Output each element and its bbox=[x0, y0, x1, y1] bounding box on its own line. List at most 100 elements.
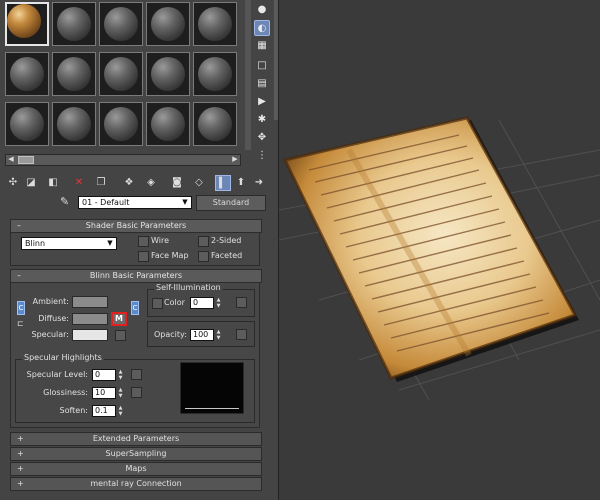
material-name-input[interactable]: 01 - Default ▼ bbox=[78, 196, 192, 209]
map-lock-icon[interactable]: C bbox=[131, 301, 139, 315]
put-to-scene-icon[interactable]: ◪ bbox=[23, 175, 39, 191]
select-by-material-icon[interactable]: ✥ bbox=[254, 130, 270, 146]
sample-slot[interactable] bbox=[193, 2, 237, 46]
scroll-thumb[interactable] bbox=[18, 156, 34, 164]
spinner-arrows-icon[interactable]: ▲ ▼ bbox=[117, 387, 124, 399]
perspective-viewport[interactable] bbox=[279, 0, 600, 500]
material-sphere bbox=[151, 7, 185, 41]
rollout-title: SuperSampling bbox=[105, 449, 167, 458]
go-to-parent-icon[interactable]: ⬆ bbox=[233, 175, 249, 191]
sample-type-icon[interactable]: ● bbox=[254, 2, 270, 18]
sample-slot[interactable] bbox=[52, 2, 96, 46]
opacity-group: Opacity: 100 ▲ ▼ bbox=[147, 321, 255, 347]
copy-material-icon[interactable]: ❐ bbox=[93, 175, 109, 191]
ambient-label: Ambient: bbox=[32, 297, 69, 306]
spinner-arrows-icon[interactable]: ▲ ▼ bbox=[117, 405, 124, 417]
two-sided-checkbox[interactable] bbox=[198, 236, 209, 247]
specular-color-swatch[interactable] bbox=[72, 329, 108, 341]
rollout-title: Blinn Basic Parameters bbox=[89, 271, 183, 280]
sample-slot[interactable] bbox=[146, 2, 190, 46]
backlight-icon[interactable]: ◐ bbox=[254, 20, 270, 36]
expand-icon[interactable]: + bbox=[17, 463, 24, 475]
blinn-rollout-header[interactable]: – Blinn Basic Parameters bbox=[10, 269, 262, 283]
specular-level-map-button[interactable] bbox=[131, 369, 142, 380]
self-illum-value-input[interactable]: 0 bbox=[190, 297, 214, 309]
sample-slot[interactable] bbox=[52, 102, 96, 146]
supersampling-rollout[interactable]: + SuperSampling bbox=[10, 447, 262, 461]
maps-rollout[interactable]: + Maps bbox=[10, 462, 262, 476]
glossiness-map-button[interactable] bbox=[131, 387, 142, 398]
spinner-arrows-icon[interactable]: ▲ ▼ bbox=[215, 297, 222, 309]
collapse-icon[interactable]: – bbox=[17, 270, 21, 282]
sample-slot[interactable] bbox=[5, 102, 49, 146]
get-material-icon[interactable]: ✣ bbox=[5, 175, 21, 191]
sample-slot[interactable] bbox=[146, 52, 190, 96]
sample-slot[interactable] bbox=[99, 52, 143, 96]
sample-slot[interactable] bbox=[193, 102, 237, 146]
specular-level-input[interactable]: 0 bbox=[92, 369, 116, 381]
glossiness-input[interactable]: 10 bbox=[92, 387, 116, 399]
expand-icon[interactable]: + bbox=[17, 433, 24, 445]
two-sided-label: 2-Sided bbox=[211, 236, 242, 245]
material-id-channel-icon[interactable]: ◙ bbox=[169, 175, 185, 191]
material-sphere bbox=[198, 107, 232, 141]
collapse-icon[interactable]: – bbox=[17, 220, 21, 232]
shader-dropdown[interactable]: Blinn ▼ bbox=[21, 237, 117, 250]
put-to-library-icon[interactable]: ◈ bbox=[143, 175, 159, 191]
material-map-navigator-icon[interactable]: ⋮ bbox=[254, 148, 270, 164]
specular-map-button[interactable] bbox=[115, 330, 126, 341]
opacity-label: Opacity: bbox=[154, 330, 187, 339]
wire-checkbox[interactable] bbox=[138, 236, 149, 247]
options-icon[interactable]: ✱ bbox=[254, 112, 270, 128]
video-color-check-icon[interactable]: ▤ bbox=[254, 76, 270, 92]
sample-slot[interactable] bbox=[193, 52, 237, 96]
show-end-result-icon[interactable]: ▍ bbox=[215, 175, 231, 191]
expand-icon[interactable]: + bbox=[17, 478, 24, 490]
sample-uv-tiling-icon[interactable]: □ bbox=[254, 58, 270, 74]
spinner-arrows-icon[interactable]: ▲ ▼ bbox=[215, 329, 222, 341]
editor-scrollbar[interactable] bbox=[274, 0, 278, 120]
make-preview-icon[interactable]: ▶ bbox=[254, 94, 270, 110]
make-unique-icon[interactable]: ❖ bbox=[121, 175, 137, 191]
go-forward-icon[interactable]: ➜ bbox=[251, 175, 267, 191]
self-illum-map-button[interactable] bbox=[236, 297, 247, 308]
sample-slot[interactable] bbox=[5, 2, 49, 46]
sample-slot[interactable] bbox=[99, 2, 143, 46]
material-type-button[interactable]: Standard bbox=[196, 195, 266, 211]
reset-map-icon[interactable]: ✕ bbox=[71, 175, 87, 191]
lock-icon[interactable]: C bbox=[17, 301, 25, 315]
rollout-title: Extended Parameters bbox=[92, 434, 180, 443]
chevron-down-icon[interactable]: ▼ bbox=[180, 198, 190, 207]
soften-input[interactable]: 0.1 bbox=[92, 405, 116, 417]
scroll-right-icon[interactable]: ▶ bbox=[230, 155, 240, 163]
sample-slot[interactable] bbox=[99, 102, 143, 146]
material-sphere bbox=[104, 7, 138, 41]
extended-parameters-rollout[interactable]: + Extended Parameters bbox=[10, 432, 262, 446]
expand-icon[interactable]: + bbox=[17, 448, 24, 460]
sample-slot[interactable] bbox=[52, 52, 96, 96]
show-map-in-viewport-icon[interactable]: ◇ bbox=[191, 175, 207, 191]
chevron-down-icon[interactable]: ▼ bbox=[105, 239, 115, 248]
slots-vertical-scrollbar[interactable] bbox=[245, 0, 251, 150]
sample-slot[interactable] bbox=[146, 102, 190, 146]
sample-slot[interactable] bbox=[5, 52, 49, 96]
scroll-left-icon[interactable]: ◀ bbox=[6, 155, 16, 163]
assign-to-selection-icon[interactable]: ◧ bbox=[45, 175, 61, 191]
diffuse-color-swatch[interactable] bbox=[72, 313, 108, 325]
diffuse-map-button[interactable]: M bbox=[111, 312, 127, 326]
face-map-checkbox[interactable] bbox=[138, 251, 149, 262]
opacity-map-button[interactable] bbox=[236, 329, 247, 340]
faceted-checkbox[interactable] bbox=[198, 251, 209, 262]
shader-rollout-header[interactable]: – Shader Basic Parameters bbox=[10, 219, 262, 233]
self-illum-color-label: Color bbox=[164, 298, 185, 307]
opacity-input[interactable]: 100 bbox=[190, 329, 214, 341]
background-icon[interactable]: ▦ bbox=[254, 38, 270, 54]
mental-ray-connection-rollout[interactable]: + mental ray Connection bbox=[10, 477, 262, 491]
spinner-arrows-icon[interactable]: ▲ ▼ bbox=[117, 369, 124, 381]
eyedropper-icon[interactable]: ✎ bbox=[60, 195, 74, 209]
self-illum-color-checkbox[interactable] bbox=[152, 298, 163, 309]
slots-horizontal-scrollbar[interactable]: ◀ ▶ bbox=[5, 154, 241, 166]
diffuse-label: Diffuse: bbox=[38, 314, 69, 323]
ambient-color-swatch[interactable] bbox=[72, 296, 108, 308]
material-sphere bbox=[198, 57, 232, 91]
